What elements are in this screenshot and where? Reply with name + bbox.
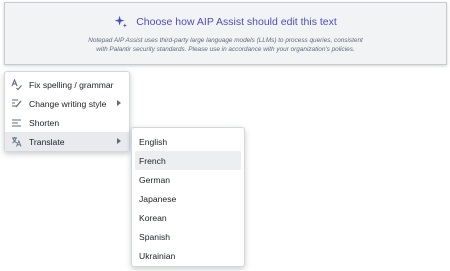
menu-item-translate[interactable]: Translate — [5, 132, 129, 151]
edit-actions-menu: Fix spelling / grammar Change writing st… — [4, 71, 130, 152]
language-ukrainian[interactable]: Ukrainian — [135, 246, 241, 265]
translate-submenu: English French German Japanese Korean Sp… — [131, 127, 245, 267]
menu-item-fix-spelling[interactable]: Fix spelling / grammar — [5, 75, 129, 94]
aip-disclaimer: Notepad AIP Assist uses third-party larg… — [55, 36, 396, 54]
sparkle-icon — [114, 15, 128, 28]
language-korean[interactable]: Korean — [135, 208, 241, 227]
menu-item-label: Fix spelling / grammar — [29, 79, 114, 90]
menu-item-change-style[interactable]: Change writing style — [5, 94, 129, 113]
aip-assist-title: Choose how AIP Assist should edit this t… — [136, 16, 337, 28]
language-english[interactable]: English — [135, 132, 241, 151]
shorten-icon — [11, 117, 22, 128]
language-german[interactable]: German — [135, 170, 241, 189]
translate-icon — [11, 136, 22, 147]
aip-assist-header[interactable]: Choose how AIP Assist should edit this t… — [5, 15, 446, 29]
menu-item-label: Translate — [29, 136, 65, 147]
aip-assist-panel: Choose how AIP Assist should edit this t… — [4, 2, 447, 65]
language-spanish[interactable]: Spanish — [135, 227, 241, 246]
disclaimer-line-2: with Palantir security standards. Please… — [96, 46, 355, 53]
menu-item-label: Shorten — [29, 117, 60, 128]
chevron-right-icon — [117, 100, 121, 106]
chevron-right-icon — [117, 138, 121, 144]
language-french[interactable]: French — [135, 151, 241, 170]
menu-item-label: Change writing style — [29, 98, 107, 109]
disclaimer-line-1: Notepad AIP Assist uses third-party larg… — [88, 37, 363, 44]
language-japanese[interactable]: Japanese — [135, 189, 241, 208]
menu-item-shorten[interactable]: Shorten — [5, 113, 129, 132]
spellcheck-icon — [11, 79, 22, 90]
style-icon — [11, 98, 22, 109]
